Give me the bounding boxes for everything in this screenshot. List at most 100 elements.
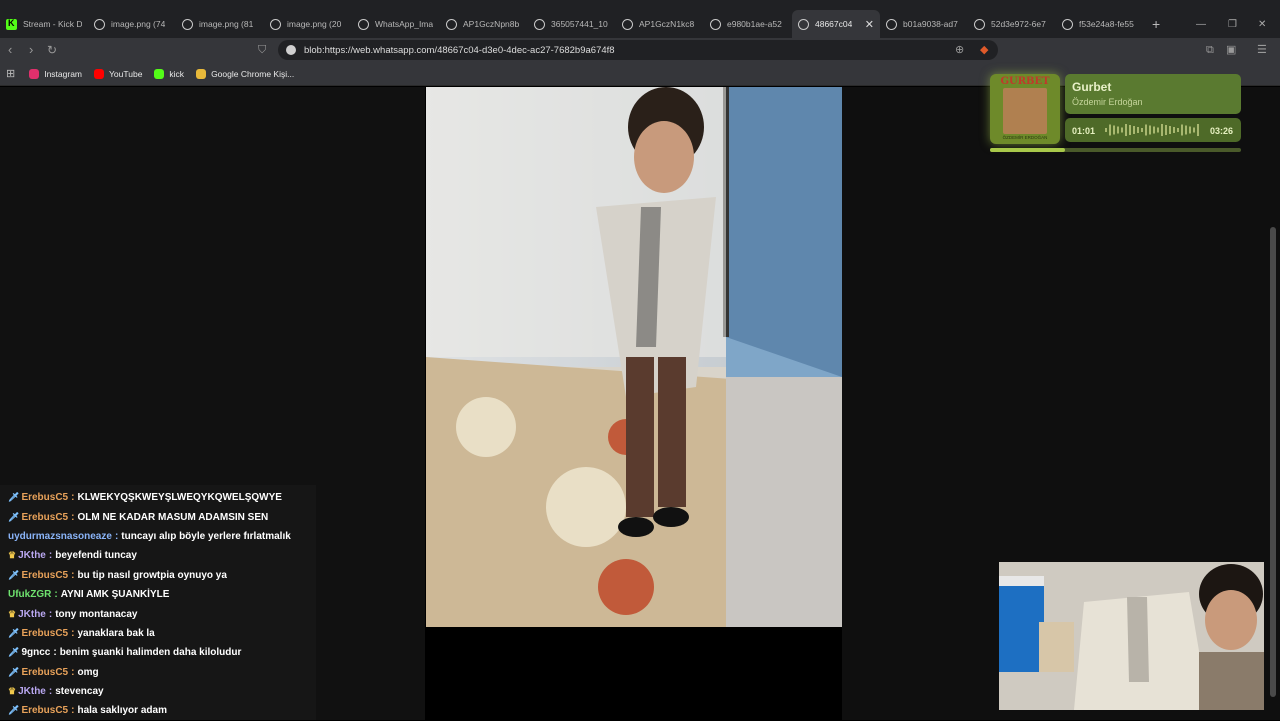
waveform-bar (1157, 127, 1159, 133)
sword-icon: 🗡 (8, 666, 20, 677)
tab-title: AP1GczNpn8b (463, 19, 520, 29)
page-scrollbar[interactable] (1270, 227, 1276, 697)
restore-icon[interactable]: ❐ (1228, 10, 1237, 38)
tab-title: 365057441_10 (551, 19, 608, 29)
chat-message: 🗡 9gncc: benim şuanki halimden daha kilolu… (8, 643, 316, 662)
chat-username[interactable]: ErebusC5 (21, 628, 68, 639)
close-window-icon[interactable]: ✕ (1258, 10, 1266, 38)
browser-tab[interactable]: f53e24a8-fe55 (1056, 10, 1144, 38)
album-cover-title: GURBET (1000, 76, 1050, 87)
tab-title: AP1GczN1kc8 (639, 19, 695, 29)
wallet-icon[interactable]: ▣ (1226, 42, 1236, 58)
kick-icon (6, 18, 17, 30)
chat-message: ♛ JKthe: tony montanacay (8, 604, 316, 623)
chat-text: AYNI AMK ŞUANKİYLE (60, 589, 170, 601)
tab-title: 52d3e972-6e7 (991, 19, 1046, 29)
globe-icon (1062, 18, 1073, 30)
browser-tab[interactable]: image.png (20 (264, 10, 352, 38)
chat-separator: : (71, 705, 75, 717)
browser-tab[interactable]: Stream - Kick D (0, 10, 88, 38)
waveform-bar (1177, 128, 1179, 132)
apps-grid-icon[interactable]: ⊞ (6, 67, 15, 80)
total-time: 03:26 (1210, 126, 1234, 136)
waveform-bar (1185, 125, 1187, 135)
elapsed-time: 01:01 (1072, 126, 1096, 136)
chat-text: omg (77, 666, 99, 678)
waveform-bar (1109, 124, 1111, 136)
browser-tab[interactable]: image.png (74 (88, 10, 176, 38)
bookmark-item[interactable]: YouTube (94, 68, 142, 79)
globe-icon (798, 18, 809, 30)
browser-tab[interactable]: b01a9038-ad7 (880, 10, 968, 38)
waveform-bar (1113, 125, 1115, 135)
chat-username[interactable]: JKthe (18, 550, 46, 561)
bookmark-item[interactable]: Instagram (29, 68, 82, 79)
chat-separator: : (48, 686, 53, 698)
tab-title: image.png (74 (111, 19, 166, 29)
chat-username[interactable]: ErebusC5 (21, 667, 68, 678)
browser-tab[interactable]: 365057441_10 (528, 10, 616, 38)
waveform-bar (1117, 126, 1119, 134)
chat-text: OLM NE KADAR MASUM ADAMSIN SEN (77, 511, 269, 523)
chat-text: beyefendi tuncay (55, 550, 137, 562)
chat-separator: : (71, 492, 75, 504)
new-tab-icon[interactable]: + (1152, 16, 1160, 32)
tab-title: Stream - Kick D (23, 19, 82, 29)
browser-tab[interactable]: image.png (81 (176, 10, 264, 38)
reload-icon[interactable]: ↻ (47, 42, 57, 58)
menu-icon[interactable]: ☰ (1257, 42, 1267, 58)
chat-username[interactable]: ErebusC5 (21, 492, 68, 503)
song-progress[interactable] (990, 148, 1241, 152)
title-strip (0, 0, 1280, 10)
chat-username[interactable]: uydurmazsnasoneaze (8, 531, 112, 542)
browser-tab[interactable]: e980b1ae-a52 (704, 10, 792, 38)
chat-text: bu tip nasıl growtpia oynuyo ya (77, 569, 227, 581)
chat-username[interactable]: ErebusC5 (21, 512, 68, 523)
youtube-icon (94, 68, 105, 79)
site-info-icon[interactable] (286, 45, 296, 55)
artist-photo (1003, 88, 1047, 134)
bookmark-item[interactable]: kick (154, 68, 184, 79)
chat-message: uydurmazsnasoneaze: tuncayı alıp böyle ye… (8, 527, 316, 546)
waveform-bar (1153, 126, 1155, 134)
zoom-icon[interactable]: ⊕ (955, 42, 964, 58)
brave-shield-icon[interactable]: ◆ (980, 42, 988, 58)
sword-icon: 🗡 (8, 627, 20, 638)
chat-username[interactable]: UfukZGR (8, 589, 51, 600)
chat-separator: : (48, 608, 53, 620)
browser-tab[interactable]: 48667c04 ✕ (792, 10, 880, 38)
waveform-bar (1121, 127, 1123, 133)
chat-username[interactable]: 9gncc (21, 647, 50, 658)
chat-message: 🗡 ErebusC5: bu tip nasıl growtpia oynuyo y… (8, 566, 316, 585)
chat-username[interactable]: JKthe (18, 609, 46, 620)
extensions-icon[interactable]: ⧉ (1206, 42, 1214, 58)
tab-title: image.png (81 (199, 19, 254, 29)
chat-separator: : (71, 511, 75, 523)
chat-text: yanaklara bak la (77, 627, 155, 639)
crown-icon: ♛ (8, 686, 17, 697)
back-icon[interactable]: ‹ (8, 42, 12, 58)
chat-message: UfukZGR: AYNI AMK ŞUANKİYLE (8, 585, 316, 604)
chat-username[interactable]: ErebusC5 (21, 570, 68, 581)
chat-text: benim şuanki halimden daha kiloludur (59, 647, 242, 659)
bookmark-item[interactable]: Google Chrome Kişi... (196, 68, 294, 79)
waveform-bar (1133, 126, 1135, 134)
forward-icon[interactable]: › (29, 42, 33, 58)
globe-icon (974, 18, 985, 30)
globe-icon (446, 18, 457, 30)
minimize-icon[interactable]: — (1196, 10, 1206, 38)
address-bar[interactable]: blob:https://web.whatsapp.com/48667c04-d… (278, 40, 998, 60)
chat-message: ♛ JKthe: beyefendi tuncay (8, 546, 316, 565)
instagram-icon (29, 68, 40, 79)
close-tab-icon[interactable]: ✕ (865, 18, 874, 31)
globe-icon (534, 18, 545, 30)
browser-tab[interactable]: AP1GczN1kc8 (616, 10, 704, 38)
chat-username[interactable]: JKthe (18, 686, 46, 697)
chat-username[interactable]: ErebusC5 (21, 705, 68, 716)
browser-tab[interactable]: AP1GczNpn8b (440, 10, 528, 38)
bookmark-icon[interactable]: ⛉ (258, 42, 266, 58)
browser-tab[interactable]: WhatsApp_Ima (352, 10, 440, 38)
browser-tab[interactable]: 52d3e972-6e7 (968, 10, 1056, 38)
chat-message: ♛ JKthe: stevencay (8, 682, 316, 701)
song-progress-fill (990, 148, 1066, 152)
